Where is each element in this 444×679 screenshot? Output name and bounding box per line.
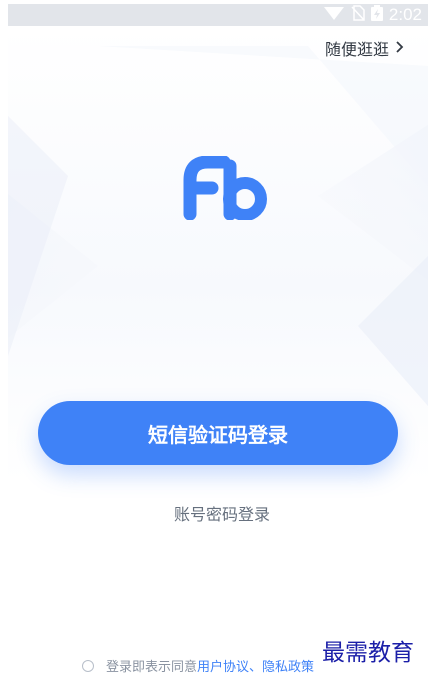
agreement-radio[interactable] [82,659,94,672]
password-login-link[interactable]: 账号密码登录 [0,501,444,525]
content-background [8,26,428,679]
status-time: 2:02 [388,5,422,24]
status-icons: 2:02 [323,4,428,26]
status-bar: 2:02 [8,4,428,26]
battery-charging-icon [370,5,383,25]
background-decoration [8,46,428,406]
wifi-icon [323,5,345,25]
browse-link[interactable]: 随便逛逛 [325,36,404,60]
watermark: 最需教育 [322,640,414,666]
no-sim-icon [351,5,365,25]
sms-login-button[interactable]: 短信验证码登录 [38,401,398,465]
chevron-right-icon [395,39,404,58]
fb-logo-icon [170,155,268,221]
browse-label: 随便逛逛 [324,40,389,59]
login-screen: 2:02 随便逛逛 短信验证码登录 账号密码登录 登录即表示同意 用户协议 、 … [0,0,444,679]
privacy-policy-link[interactable]: 隐私政策 [262,656,314,675]
agreement-prefix: 登录即表示同意 [106,660,198,675]
user-agreement-link[interactable]: 用户协议 [197,656,249,675]
agreement-separator: 、 [249,660,263,675]
agreement-row: 登录即表示同意 用户协议 、 隐私政策 [82,656,314,675]
